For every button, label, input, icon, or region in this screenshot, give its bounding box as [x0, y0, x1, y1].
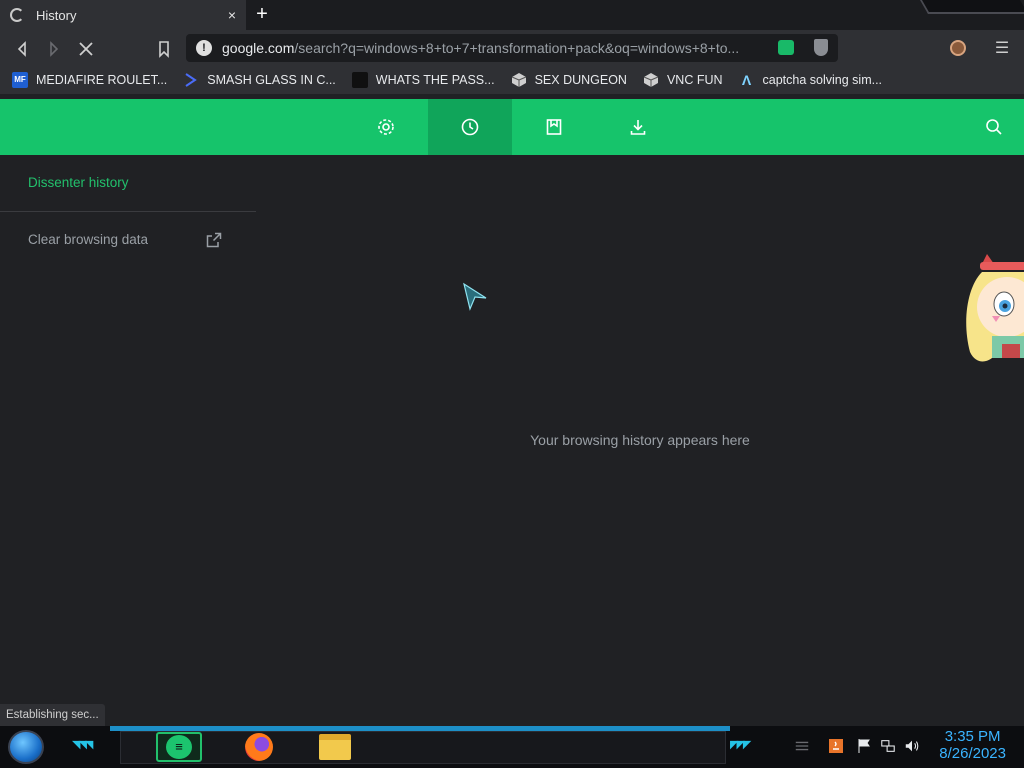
dissenter-header	[0, 99, 1024, 155]
tab-history[interactable]: History ×	[0, 0, 246, 30]
bookmarks-icon	[546, 119, 562, 135]
chevron-icon	[185, 73, 198, 87]
history-clock-icon	[461, 118, 479, 136]
bookmark-label: VNC FUN	[666, 73, 723, 87]
url-path: /search?q=windows+8+to+7+transformation+…	[294, 40, 740, 56]
download-icon	[630, 120, 646, 135]
folder-icon	[319, 734, 351, 760]
taskbar-decoration-icon: ◤◤◤	[730, 739, 751, 751]
bookmark-label: SMASH GLASS IN C...	[207, 73, 336, 87]
tab-settings[interactable]	[344, 99, 428, 155]
url-host: google.com	[222, 40, 295, 56]
cube-icon	[511, 73, 526, 87]
volume-icon[interactable]	[904, 738, 920, 754]
mf-icon: MF	[12, 72, 28, 88]
url-text[interactable]: google.com/search?q=windows+8+to+7+trans…	[222, 40, 758, 56]
clock-date: 8/26/2023	[939, 745, 1006, 762]
tab-downloads[interactable]	[596, 99, 680, 155]
taskbar-app-panel	[120, 731, 726, 764]
bookmarks-bar: MF MEDIAFIRE ROULET... SMASH GLASS IN C.…	[0, 66, 1024, 94]
taskbar-explorer-button[interactable]	[312, 732, 358, 762]
site-info-icon[interactable]: !	[196, 40, 212, 56]
tab-bookmarks[interactable]	[512, 99, 596, 155]
bookmark-item[interactable]: VNC FUN	[643, 72, 723, 88]
sidebar-divider	[0, 211, 256, 212]
bookmark-item[interactable]: Λ captcha solving sim...	[739, 72, 883, 88]
dissenter-app-icon: ≡	[166, 735, 192, 759]
firefox-icon	[245, 733, 273, 761]
bookmark-item[interactable]: WHATS THE PASS...	[351, 72, 495, 88]
shield-icon[interactable]	[814, 39, 828, 56]
tab-strip: History × +	[0, 0, 1024, 30]
search-button[interactable]	[980, 113, 1008, 141]
tab-close-button[interactable]: ×	[218, 7, 246, 23]
window-frame-decoration	[919, 0, 1024, 14]
bookmark-item[interactable]: SMASH GLASS IN C...	[183, 72, 336, 88]
bookmark-label: MEDIAFIRE ROULET...	[36, 73, 168, 87]
menu-icon[interactable]: ☰	[994, 38, 1010, 58]
cartoon-character-sticker	[966, 254, 1024, 362]
avatar[interactable]	[950, 40, 966, 56]
new-tab-button[interactable]: +	[252, 4, 272, 25]
clear-browsing-data-link[interactable]: Clear browsing data	[28, 232, 148, 247]
bookmark-item[interactable]: MF MEDIAFIRE ROULET...	[12, 72, 167, 88]
forward-icon[interactable]	[42, 37, 66, 61]
bookmark-item[interactable]: SEX DUNGEON	[511, 72, 627, 88]
action-center-flag-icon[interactable]	[856, 738, 872, 754]
dissenter-extension-icon[interactable]	[778, 40, 794, 55]
taskbar-firefox-button[interactable]	[236, 732, 282, 762]
loading-spinner-icon	[10, 8, 24, 22]
stop-loading-icon[interactable]	[74, 37, 98, 61]
back-icon[interactable]	[10, 37, 34, 61]
empty-history-message: Your browsing history appears here	[530, 432, 750, 448]
bookmark-label: WHATS THE PASS...	[375, 73, 495, 87]
bookmark-label: SEX DUNGEON	[534, 73, 627, 87]
status-bubble: Establishing sec...	[0, 704, 105, 726]
java-icon[interactable]	[828, 738, 844, 754]
site-icon	[351, 72, 368, 88]
sidebar-title[interactable]: Dissenter history	[28, 175, 129, 190]
start-button[interactable]	[8, 730, 44, 764]
tab-history[interactable]	[428, 99, 512, 155]
taskbar-dissenter-button[interactable]: ≡	[156, 732, 202, 762]
gear-icon	[378, 119, 394, 135]
external-link-icon[interactable]	[206, 232, 222, 248]
address-bar[interactable]: ! google.com/search?q=windows+8+to+7+tra…	[186, 34, 838, 62]
system-clock[interactable]: 3:35 PM 8/26/2023	[939, 728, 1006, 762]
show-hidden-icons-icon[interactable]	[794, 738, 810, 754]
bookmark-label: captcha solving sim...	[762, 73, 883, 87]
taskbar-decoration-icon: ◥◥◥	[72, 739, 93, 751]
network-icon[interactable]	[880, 738, 896, 754]
bookmark-icon[interactable]	[152, 37, 176, 61]
cube-icon	[643, 73, 659, 87]
mouse-cursor-icon	[463, 282, 487, 311]
tab-title: History	[36, 7, 77, 23]
search-icon	[986, 119, 1002, 135]
lambda-icon: Λ	[741, 72, 752, 88]
clock-time: 3:35 PM	[944, 728, 1001, 745]
